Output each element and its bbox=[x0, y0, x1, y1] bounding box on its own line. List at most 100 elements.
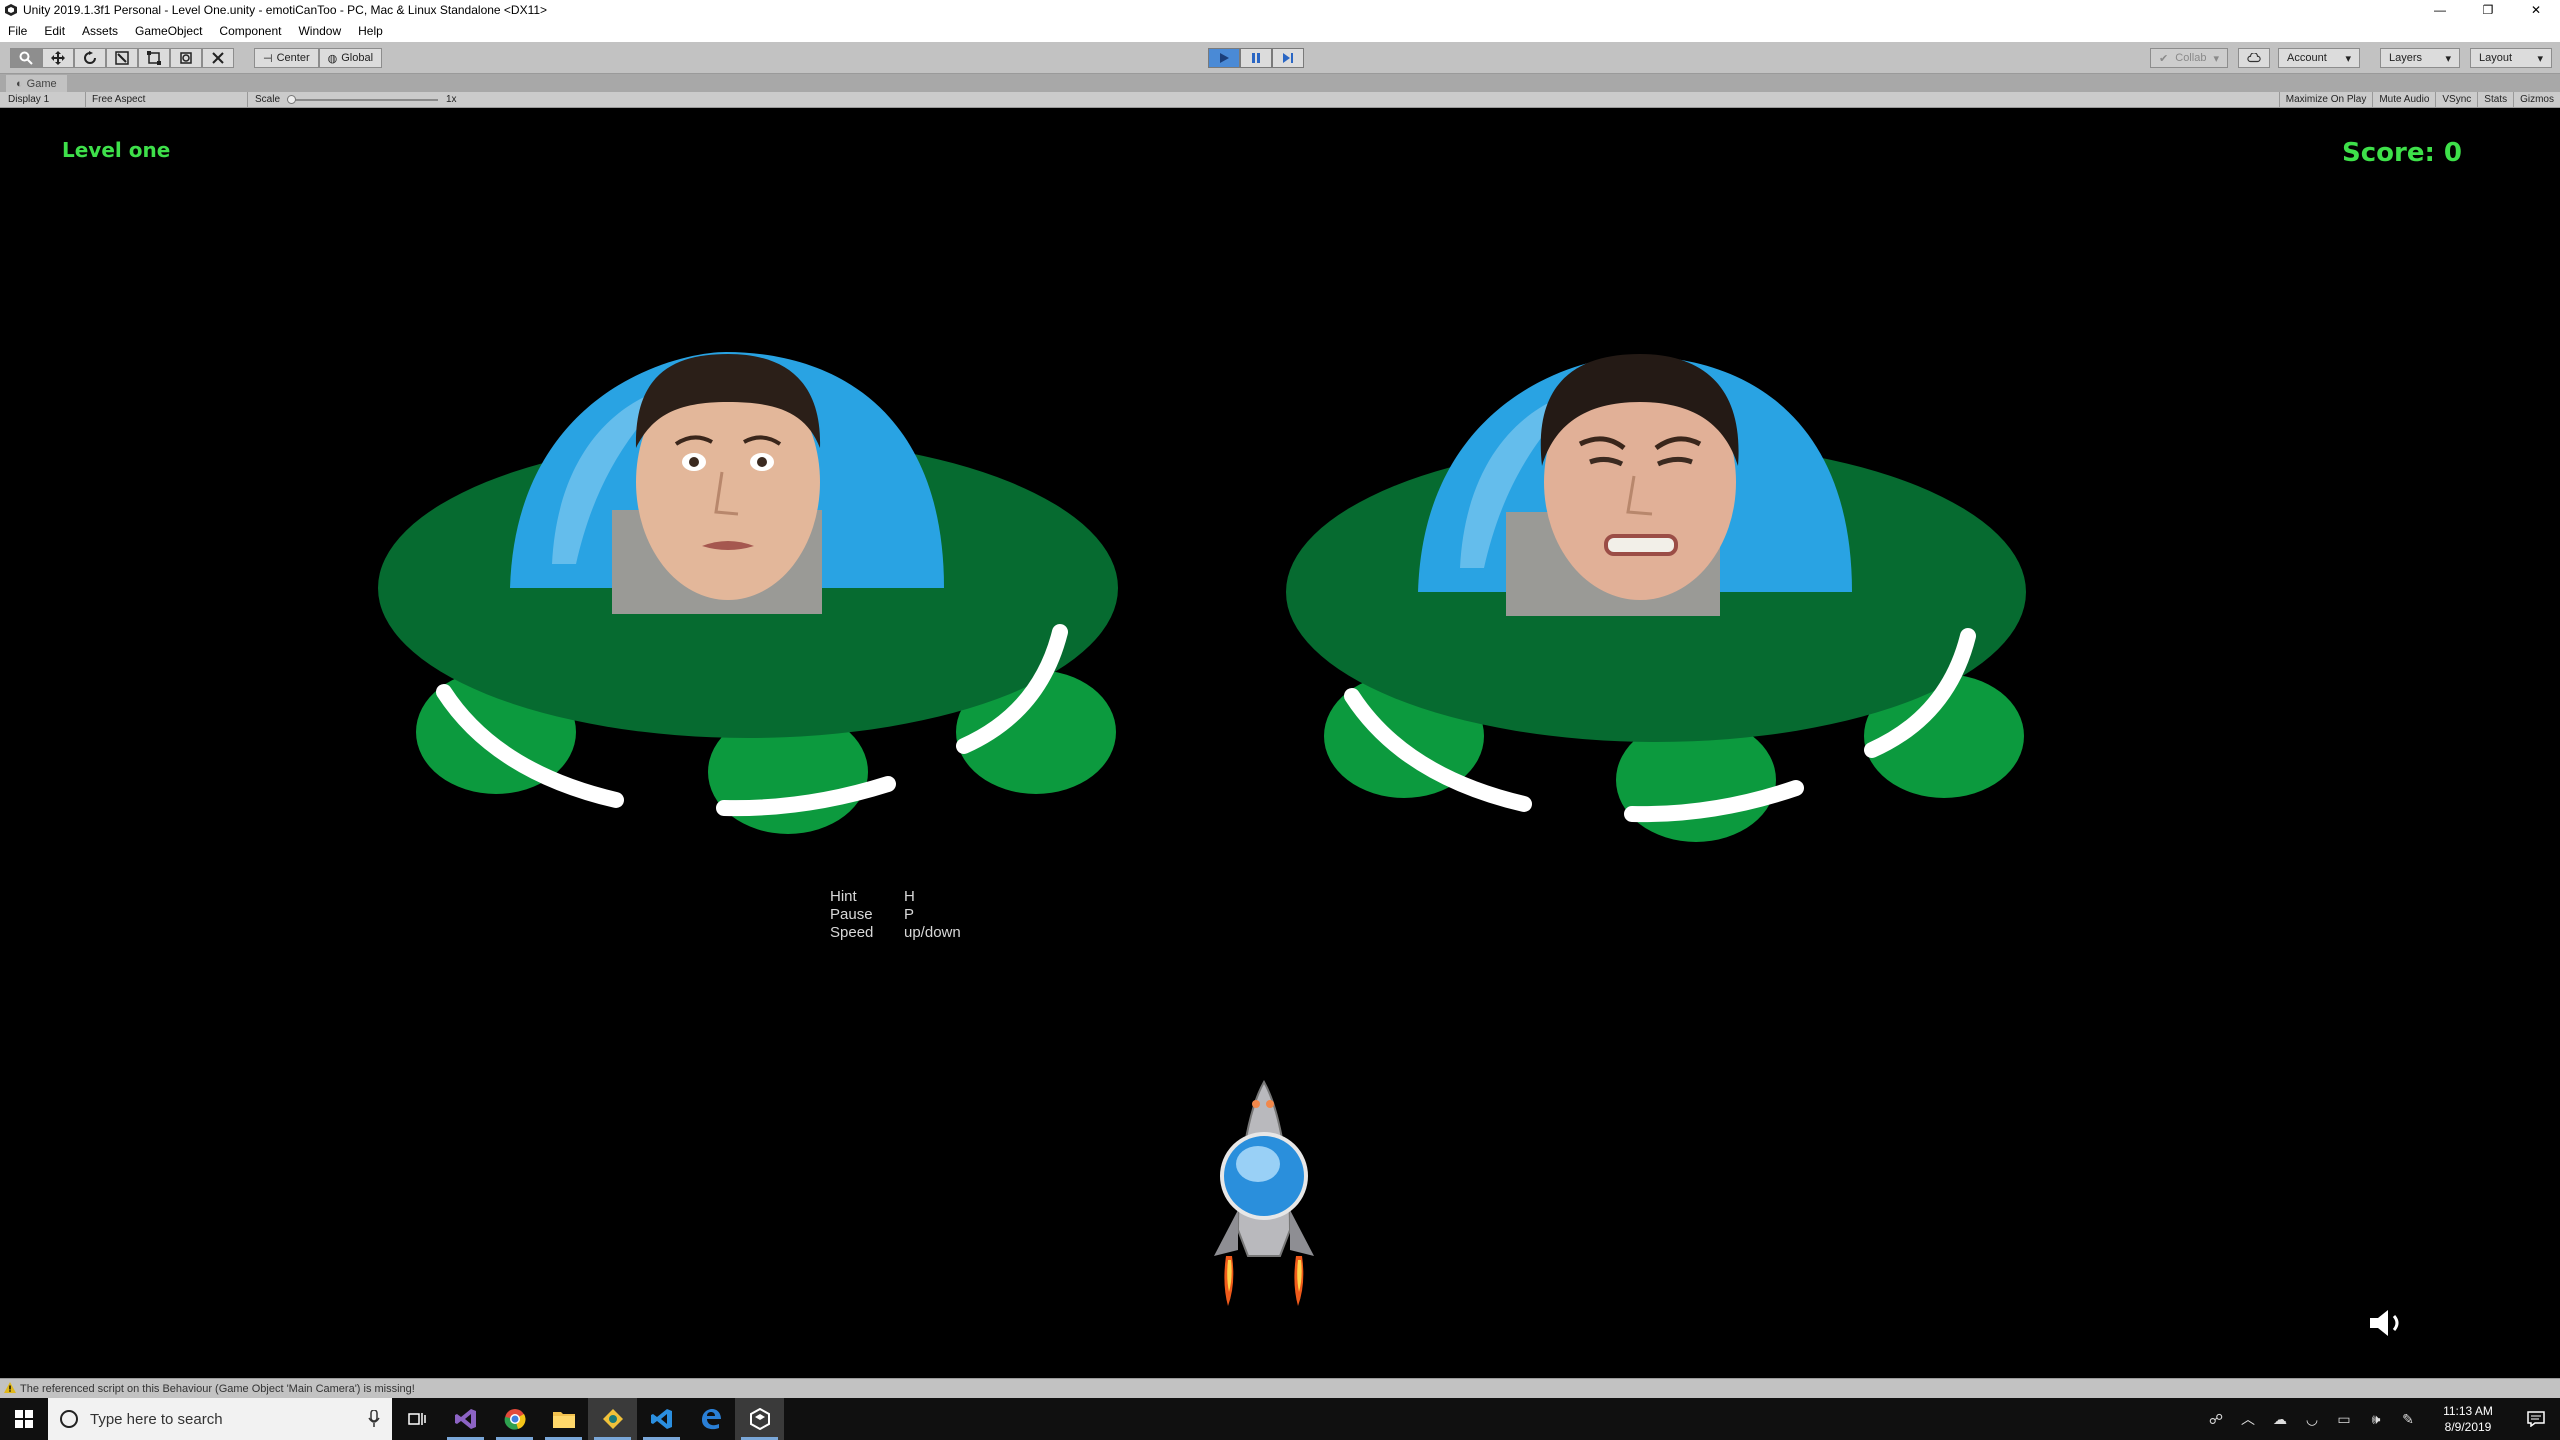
maximize-on-play-toggle[interactable]: Maximize On Play bbox=[2278, 92, 2373, 107]
close-button[interactable]: ✕ bbox=[2512, 0, 2560, 20]
ufo-enemy-left[interactable] bbox=[376, 332, 1124, 952]
cortana-icon bbox=[60, 1410, 78, 1428]
hint-label: Speed bbox=[830, 924, 874, 941]
pause-icon bbox=[1252, 53, 1260, 63]
step-icon bbox=[1283, 53, 1293, 63]
search-icon bbox=[19, 51, 33, 65]
play-icon bbox=[1220, 53, 1229, 63]
layers-dropdown[interactable]: Layers ▾ bbox=[2380, 48, 2460, 68]
vsync-toggle[interactable]: VSync bbox=[2435, 92, 2477, 107]
custom-tool-button[interactable] bbox=[202, 48, 234, 68]
cloud-icon bbox=[2247, 53, 2261, 63]
menu-file[interactable]: File bbox=[8, 24, 27, 38]
tools-icon bbox=[212, 52, 224, 64]
chevron-up-icon[interactable]: ︿ bbox=[2232, 1398, 2264, 1440]
battery-icon[interactable]: ▭ bbox=[2328, 1398, 2360, 1440]
controls-hint-panel: Hint H Pause P Speed up/down bbox=[830, 888, 961, 942]
menu-help[interactable]: Help bbox=[358, 24, 383, 38]
game-view[interactable]: Level one Score: 0 Hint H Pause P Speed … bbox=[0, 108, 2560, 1378]
task-view-icon[interactable] bbox=[392, 1398, 441, 1440]
edge-icon[interactable] bbox=[686, 1398, 735, 1440]
console-status-bar[interactable]: The referenced script on this Behaviour … bbox=[0, 1378, 2560, 1398]
start-button[interactable] bbox=[0, 1398, 48, 1440]
file-explorer-icon[interactable] bbox=[539, 1398, 588, 1440]
chrome-icon[interactable] bbox=[490, 1398, 539, 1440]
hint-row: Hint H bbox=[830, 888, 961, 906]
transform-tool-button[interactable] bbox=[170, 48, 202, 68]
rect-tool-button[interactable] bbox=[138, 48, 170, 68]
hand-tool-button[interactable] bbox=[10, 48, 42, 68]
step-button[interactable] bbox=[1272, 48, 1304, 68]
pivot-global-toggle[interactable]: ◍ Global bbox=[318, 48, 383, 68]
visual-studio-icon[interactable] bbox=[441, 1398, 490, 1440]
move-tool-button[interactable] bbox=[42, 48, 74, 68]
windows-taskbar: Type here to search ☍ ︿ ☁ ◡ ▭ 🕪 ✎ 11:13 … bbox=[0, 1398, 2560, 1440]
mute-audio-toggle[interactable]: Mute Audio bbox=[2372, 92, 2435, 107]
layout-dropdown[interactable]: Layout ▾ bbox=[2470, 48, 2552, 68]
stats-toggle[interactable]: Stats bbox=[2477, 92, 2513, 107]
title-bar: Unity 2019.1.3f1 Personal - Level One.un… bbox=[0, 0, 2560, 20]
scale-icon bbox=[115, 51, 129, 65]
game-view-toolbar: Display 1 Free Aspect Scale 1x Maximize … bbox=[0, 92, 2560, 108]
pen-icon[interactable]: ✎ bbox=[2392, 1398, 2424, 1440]
aspect-dropdown[interactable]: Free Aspect bbox=[92, 92, 248, 107]
hint-key: H bbox=[904, 888, 915, 905]
pivot-icon: ⊣ bbox=[263, 52, 273, 65]
account-dropdown[interactable]: Account ▾ bbox=[2278, 48, 2360, 68]
network-icon[interactable]: ◡ bbox=[2296, 1398, 2328, 1440]
window-controls: — ❐ ✕ bbox=[2416, 0, 2560, 20]
play-button[interactable] bbox=[1208, 48, 1240, 68]
hint-label: Pause bbox=[830, 906, 873, 923]
scale-slider-track[interactable] bbox=[288, 99, 438, 101]
minimize-button[interactable]: — bbox=[2416, 0, 2464, 20]
score-label: Score: 0 bbox=[2342, 138, 2462, 168]
cloud-button[interactable] bbox=[2238, 48, 2270, 68]
taskbar-search-input[interactable]: Type here to search bbox=[48, 1398, 392, 1440]
menu-assets[interactable]: Assets bbox=[82, 24, 118, 38]
rotate-tool-button[interactable] bbox=[74, 48, 106, 68]
scale-slider-handle[interactable] bbox=[287, 95, 296, 104]
windows-logo-icon bbox=[15, 1410, 33, 1428]
menu-window[interactable]: Window bbox=[298, 24, 341, 38]
people-icon[interactable]: ☍ bbox=[2200, 1398, 2232, 1440]
playmode-controls bbox=[1208, 48, 1304, 68]
unity-logo-icon bbox=[5, 4, 17, 16]
tab-game[interactable]: ◐ Game bbox=[6, 75, 67, 92]
globe-icon: ◍ bbox=[327, 52, 338, 65]
player-rocket[interactable] bbox=[1208, 1080, 1320, 1310]
dropdown-arrow-icon: ▾ bbox=[2445, 52, 2451, 65]
pause-button[interactable] bbox=[1240, 48, 1272, 68]
dropdown-arrow-icon: ▾ bbox=[2345, 52, 2351, 65]
hint-row: Pause P bbox=[830, 906, 961, 924]
menu-gameobject[interactable]: GameObject bbox=[135, 24, 202, 38]
onedrive-icon[interactable]: ☁ bbox=[2264, 1398, 2296, 1440]
taskbar-clock[interactable]: 11:13 AM 8/9/2019 bbox=[2424, 1403, 2512, 1435]
sound-toggle-icon[interactable] bbox=[2368, 1308, 2408, 1338]
volume-icon[interactable]: 🕪 bbox=[2360, 1398, 2392, 1440]
restore-button[interactable]: ❐ bbox=[2464, 0, 2512, 20]
git-kraken-icon[interactable] bbox=[588, 1398, 637, 1440]
move-icon bbox=[51, 51, 65, 65]
rotate-icon bbox=[84, 51, 96, 64]
menu-edit[interactable]: Edit bbox=[44, 24, 65, 38]
level-label: Level one bbox=[62, 138, 171, 162]
game-view-toggles: Maximize On Play Mute Audio VSync Stats … bbox=[2278, 92, 2560, 107]
menu-component[interactable]: Component bbox=[219, 24, 281, 38]
ufo-enemy-right[interactable] bbox=[1284, 336, 2032, 956]
gizmos-toggle[interactable]: Gizmos bbox=[2513, 92, 2560, 107]
display-dropdown[interactable]: Display 1 bbox=[8, 92, 86, 107]
scale-tool-button[interactable] bbox=[106, 48, 138, 68]
unity-icon[interactable] bbox=[735, 1398, 784, 1440]
scale-value: 1x bbox=[446, 94, 457, 105]
clock-time: 11:13 AM bbox=[2443, 1404, 2493, 1418]
status-message: The referenced script on this Behaviour … bbox=[20, 1382, 415, 1395]
microphone-icon[interactable] bbox=[368, 1410, 380, 1428]
scale-label: Scale bbox=[255, 94, 281, 105]
pivot-center-toggle[interactable]: ⊣ Center bbox=[254, 48, 319, 68]
notification-center-icon[interactable] bbox=[2512, 1411, 2560, 1427]
check-icon: ✔ bbox=[2159, 52, 2169, 65]
main-toolbar: ⊣ Center ◍ Global ✔ Collab ▾ Account ▾ L… bbox=[0, 42, 2560, 74]
transform-tools bbox=[10, 48, 234, 68]
vscode-icon[interactable] bbox=[637, 1398, 686, 1440]
collab-dropdown[interactable]: ✔ Collab ▾ bbox=[2150, 48, 2228, 68]
